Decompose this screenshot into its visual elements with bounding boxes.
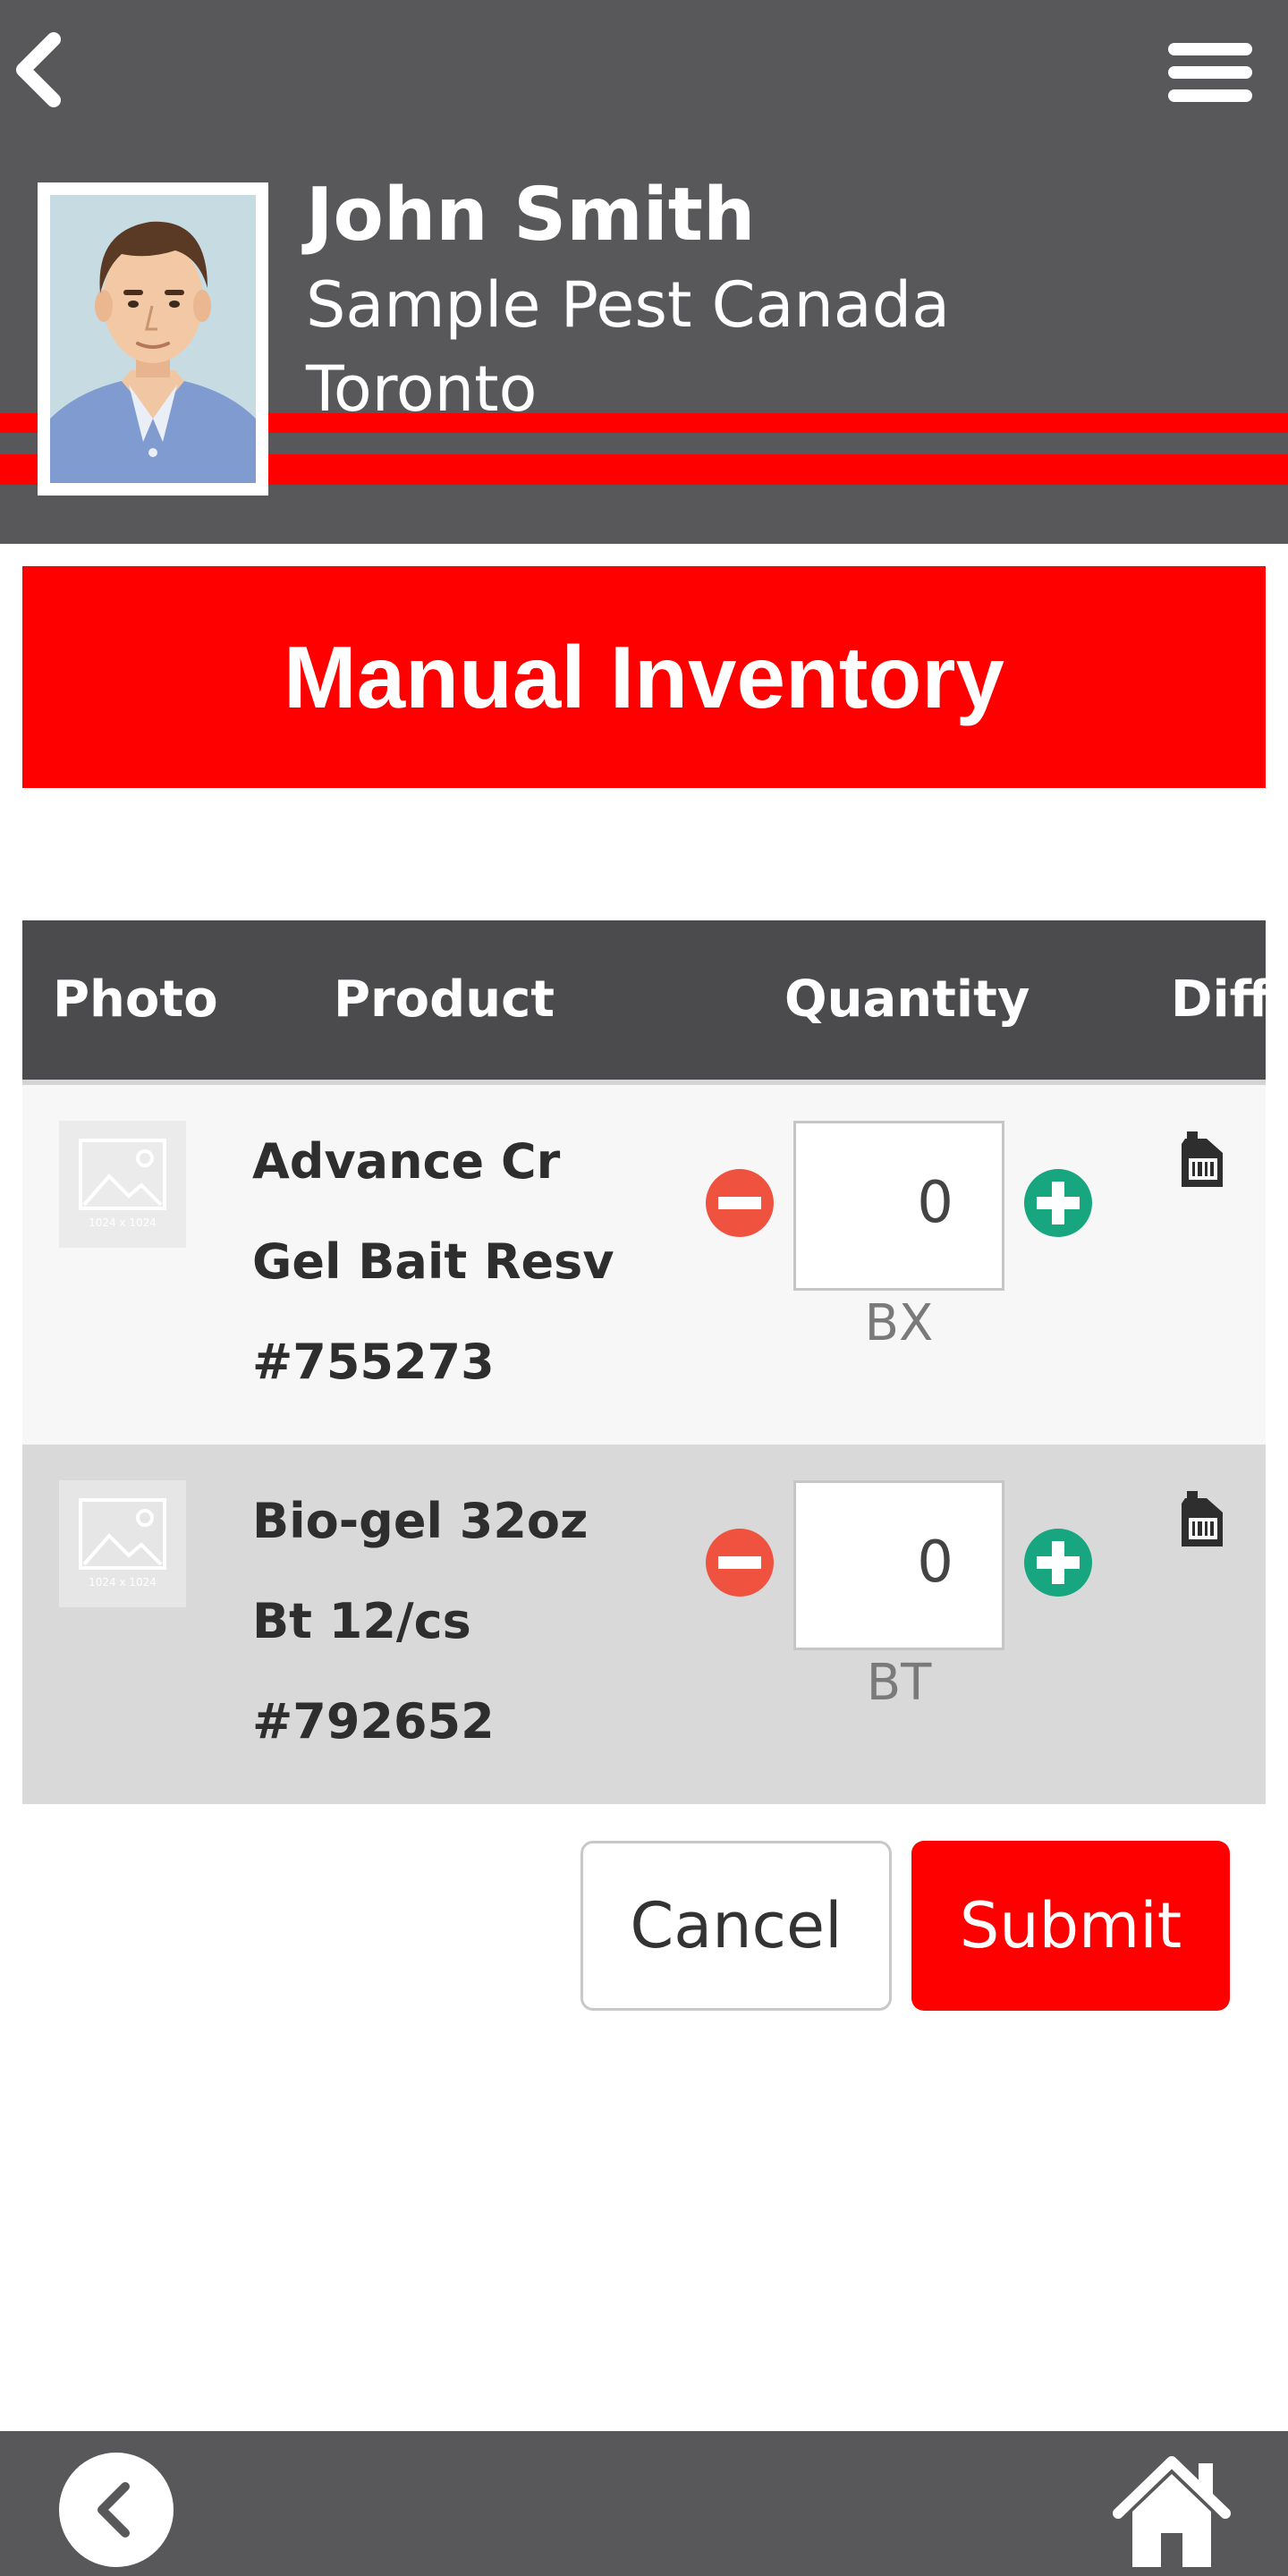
quantity-unit: BX bbox=[864, 1294, 934, 1352]
user-portrait-icon bbox=[50, 195, 256, 483]
home-icon[interactable] bbox=[1111, 2453, 1233, 2569]
jug-icon[interactable] bbox=[1180, 1491, 1224, 1548]
chevron-left-icon bbox=[97, 2482, 130, 2538]
user-company: Sample Pest Canada bbox=[306, 268, 951, 342]
product-name: Bio-gel 32oz Bt 12/cs #792652 bbox=[252, 1471, 588, 1772]
back-button[interactable] bbox=[59, 2453, 174, 2567]
inventory-table: Photo Product Quantity Diff 1024 x 1024 … bbox=[22, 920, 1270, 1804]
column-header-diff: Diff bbox=[1171, 970, 1271, 1029]
quantity-unit: BT bbox=[866, 1654, 932, 1712]
product-name-line: Bt 12/cs bbox=[252, 1593, 471, 1649]
thumb-size-label: 1024 x 1024 bbox=[89, 1576, 157, 1589]
avatar bbox=[38, 182, 268, 496]
thumb-size-label: 1024 x 1024 bbox=[89, 1216, 157, 1229]
product-name: Advance Cr Gel Bait Resv #755273 bbox=[252, 1112, 614, 1412]
product-name-line: Gel Bait Resv bbox=[252, 1233, 614, 1290]
image-placeholder-icon: 1024 x 1024 bbox=[59, 1480, 186, 1607]
table-row: 1024 x 1024 Advance Cr Gel Bait Resv #75… bbox=[22, 1085, 1266, 1445]
column-header-photo: Photo bbox=[53, 970, 218, 1029]
hamburger-menu-icon[interactable] bbox=[1168, 39, 1252, 106]
product-sku: #755273 bbox=[252, 1334, 495, 1390]
profile-header: John Smith Sample Pest Canada Toronto bbox=[0, 0, 1288, 544]
column-header-quantity: Quantity bbox=[784, 970, 1030, 1029]
image-placeholder-icon: 1024 x 1024 bbox=[59, 1121, 186, 1248]
decrease-quantity-icon[interactable] bbox=[706, 1529, 774, 1597]
page-title: Manual Inventory bbox=[284, 627, 1004, 726]
back-chevron-icon[interactable] bbox=[13, 32, 66, 107]
product-name-line: Bio-gel 32oz bbox=[252, 1493, 589, 1549]
increase-quantity-icon[interactable] bbox=[1024, 1529, 1092, 1597]
product-sku: #792652 bbox=[252, 1693, 495, 1750]
bottom-nav-bar bbox=[0, 2431, 1288, 2576]
submit-button[interactable]: Submit bbox=[911, 1841, 1230, 2011]
table-row: 1024 x 1024 Bio-gel 32oz Bt 12/cs #79265… bbox=[22, 1445, 1266, 1804]
quantity-input[interactable]: 0 bbox=[793, 1121, 1004, 1291]
cancel-button[interactable]: Cancel bbox=[580, 1841, 892, 2011]
product-name-line: Advance Cr bbox=[252, 1133, 561, 1190]
jug-icon[interactable] bbox=[1180, 1131, 1224, 1189]
decrease-quantity-icon[interactable] bbox=[706, 1169, 774, 1237]
user-city: Toronto bbox=[306, 352, 538, 426]
user-name: John Smith bbox=[306, 173, 756, 258]
increase-quantity-icon[interactable] bbox=[1024, 1169, 1092, 1237]
table-header: Photo Product Quantity Diff bbox=[22, 920, 1270, 1085]
column-header-product: Product bbox=[334, 970, 555, 1029]
page-title-banner: Manual Inventory bbox=[22, 566, 1266, 788]
quantity-input[interactable]: 0 bbox=[793, 1480, 1004, 1650]
